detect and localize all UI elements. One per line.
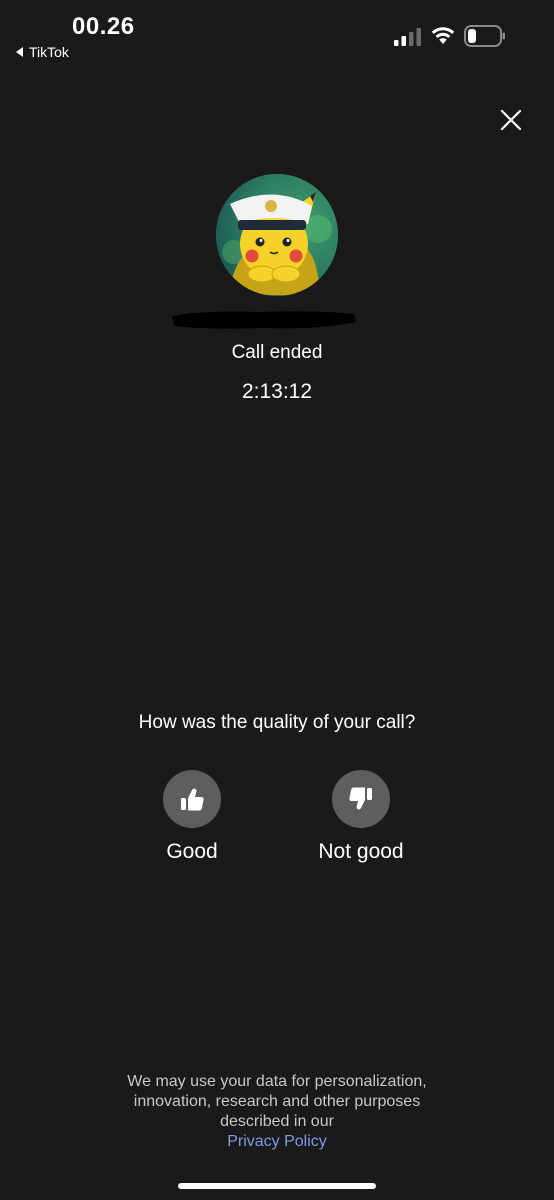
privacy-notice: We may use your data for personalization… xyxy=(97,1072,457,1152)
good-button[interactable]: Good xyxy=(122,770,262,864)
call-duration: 2:13:12 xyxy=(241,380,313,403)
good-circle[interactable] xyxy=(163,770,221,828)
back-app-label: TikTok xyxy=(29,44,69,60)
not-good-label: Not good xyxy=(318,840,404,863)
battery-icon xyxy=(464,25,505,47)
close-button[interactable] xyxy=(496,105,526,135)
status-time: 00.26 xyxy=(72,13,135,40)
cellular-signal-icon xyxy=(394,28,421,46)
not-good-circle[interactable] xyxy=(332,770,390,828)
caller-name-redacted xyxy=(172,311,356,329)
good-label: Good xyxy=(166,840,218,863)
privacy-notice-text: We may use your data for personalization… xyxy=(127,1073,427,1130)
not-good-button[interactable]: Not good xyxy=(291,770,431,864)
call-status: Call ended xyxy=(231,342,323,363)
back-to-app-button[interactable]: TikTok xyxy=(16,44,69,60)
avatar-image xyxy=(216,174,338,296)
status-bar: 00.26 TikTok xyxy=(0,0,554,70)
quality-question: How was the quality of your call? xyxy=(138,712,416,733)
home-indicator[interactable] xyxy=(178,1183,376,1189)
thumbs-down-icon xyxy=(349,787,372,810)
thumbs-up-icon xyxy=(181,788,204,811)
wifi-icon xyxy=(431,27,455,44)
caller-avatar xyxy=(216,174,338,296)
close-icon xyxy=(500,109,522,131)
back-caret-icon xyxy=(16,47,23,57)
privacy-policy-link[interactable]: Privacy Policy xyxy=(97,1132,457,1152)
